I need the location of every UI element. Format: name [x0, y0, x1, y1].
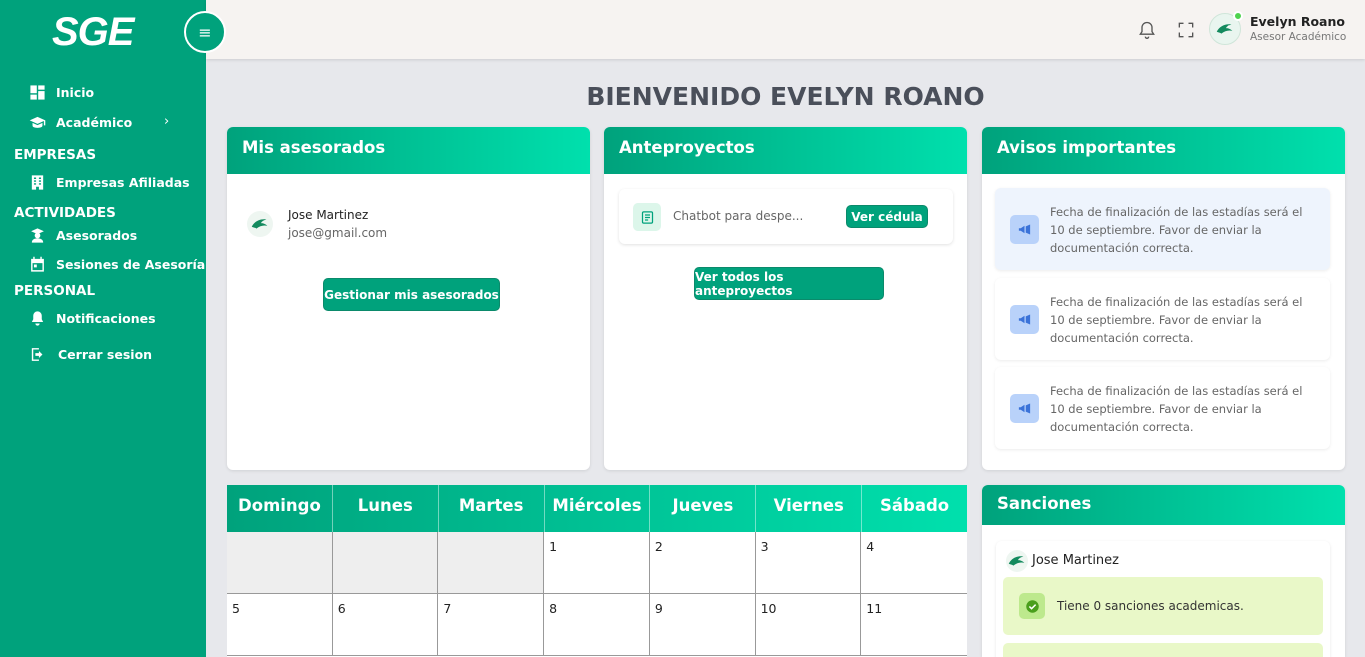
sidebar-item-label: Sesiones de Asesoría: [56, 256, 206, 272]
project-item: Chatbot para despe... Ver cédula: [619, 189, 953, 244]
notice-text: Fecha de finalización de las estadías se…: [1050, 295, 1303, 345]
sidebar-item-academico[interactable]: Académico: [28, 113, 132, 131]
building-icon: [28, 173, 46, 191]
sidebar: SGE Inicio Académico › EMPRESAS Empresas…: [0, 0, 206, 657]
weekday-label: Lunes: [333, 485, 439, 532]
page-title: BIENVENIDO EVELYN ROANO: [586, 82, 985, 111]
fullscreen-icon[interactable]: [1176, 20, 1196, 40]
advisee-name[interactable]: Jose Martinez: [288, 208, 368, 222]
view-cedula-button[interactable]: Ver cédula: [846, 205, 928, 228]
user-name[interactable]: Evelyn Roano: [1250, 14, 1345, 29]
calendar-day[interactable]: 1: [544, 532, 650, 594]
calendar-day[interactable]: 2: [649, 532, 756, 594]
notice-text: Fecha de finalización de las estadías se…: [1050, 205, 1303, 255]
calendar-day-empty: [438, 532, 545, 594]
calendar-day[interactable]: 5: [227, 594, 333, 656]
sidebar-item-label: Inicio: [56, 84, 95, 100]
dolphin-logo-icon: [251, 219, 268, 229]
weekday-label: Domingo: [227, 485, 333, 532]
card-title: Anteproyectos: [604, 127, 967, 174]
chevron-right-icon[interactable]: ›: [164, 114, 169, 129]
calendar-day[interactable]: 8: [544, 594, 650, 656]
calendar-day[interactable]: 10: [755, 594, 862, 656]
weekday-label: Miércoles: [545, 485, 651, 532]
sanction-status-text: Tiene 0 sanciones academicas.: [1057, 599, 1244, 613]
advisee-email: jose@gmail.com: [288, 226, 388, 240]
sidebar-item-empresas-afiliadas[interactable]: Empresas Afiliadas: [28, 173, 190, 191]
logout-label: Cerrar sesion: [58, 346, 153, 362]
logout-icon: [28, 345, 46, 363]
dashboard-icon: [28, 83, 46, 101]
megaphone-icon: [1010, 305, 1039, 334]
view-all-projects-button[interactable]: Ver todos los anteproyectos: [694, 267, 884, 300]
sidebar-item-label: Empresas Afiliadas: [56, 174, 190, 190]
student-icon: [28, 226, 46, 244]
calendar: Domingo Lunes Martes Miércoles Jueves Vi…: [227, 485, 967, 657]
sidebar-item-notificaciones[interactable]: Notificaciones: [28, 309, 156, 327]
notices-card: Avisos importantes Fecha de finalización…: [982, 127, 1345, 470]
card-title: Sanciones: [982, 485, 1345, 525]
dolphin-logo-icon: [1008, 556, 1025, 566]
student-name: Jose Martinez: [1032, 553, 1119, 568]
notice-item[interactable]: Fecha de finalización de las estadías se…: [995, 188, 1330, 270]
sidebar-item-label: Notificaciones: [56, 310, 156, 326]
app-logo[interactable]: SGE: [52, 10, 134, 55]
check-circle-icon: [1019, 593, 1045, 619]
calendar-day[interactable]: 7: [438, 594, 545, 656]
calendar-day-empty: [227, 532, 333, 594]
calendar-day[interactable]: 9: [649, 594, 756, 656]
weekday-label: Martes: [439, 485, 545, 532]
hamburger-icon: ≡: [198, 22, 212, 42]
notification-bell-icon[interactable]: [1137, 20, 1157, 40]
sidebar-item-asesorados[interactable]: Asesorados: [28, 226, 137, 244]
calendar-day[interactable]: 4: [861, 532, 967, 594]
sidebar-item-label: Académico: [56, 114, 133, 130]
card-title: Mis asesorados: [227, 127, 590, 174]
document-icon: [633, 203, 661, 231]
section-title-empresas: EMPRESAS: [14, 147, 97, 163]
calendar-day[interactable]: 11: [861, 594, 967, 656]
calendar-icon: [28, 255, 46, 273]
advisees-card: Mis asesorados Jose Martinez jose@gmail.…: [227, 127, 590, 470]
sidebar-item-inicio[interactable]: Inicio: [28, 83, 94, 101]
sidebar-item-sesiones[interactable]: Sesiones de Asesoría: [28, 255, 205, 273]
user-role: Asesor Académico: [1250, 31, 1347, 43]
projects-card: Anteproyectos Chatbot para despe... Ver …: [604, 127, 967, 470]
manage-advisees-button[interactable]: Gestionar mis asesorados: [323, 278, 500, 311]
student-avatar: [1006, 550, 1028, 572]
sidebar-item-label: Asesorados: [56, 227, 138, 243]
card-title: Avisos importantes: [982, 127, 1345, 174]
menu-toggle-button[interactable]: ≡: [184, 11, 226, 53]
section-title-actividades: ACTIVIDADES: [14, 205, 116, 221]
calendar-grid: 1 2 3 4 5 6 7 8 9 10 11: [227, 532, 967, 656]
logout-button[interactable]: Cerrar sesion: [28, 345, 152, 363]
advisee-avatar: [247, 211, 273, 237]
section-title-personal: PERSONAL: [14, 283, 96, 299]
bell-icon: [28, 309, 46, 327]
calendar-day[interactable]: 6: [332, 594, 439, 656]
calendar-day[interactable]: 3: [755, 532, 862, 594]
calendar-day-empty: [332, 532, 439, 594]
sanction-status-alert: Tiene 0 sanciones academicas.: [1003, 577, 1323, 635]
megaphone-icon: [1010, 394, 1039, 423]
weekday-label: Viernes: [756, 485, 863, 532]
sanction-student-card: Jose Martinez Tiene 0 sanciones academic…: [996, 541, 1330, 657]
calendar-header: Domingo Lunes Martes Miércoles Jueves Vi…: [227, 485, 967, 532]
sanction-status-alert: [1003, 643, 1323, 657]
weekday-label: Sábado: [880, 496, 950, 515]
online-status-dot: [1233, 11, 1243, 21]
graduation-cap-icon: [28, 113, 46, 131]
notice-item[interactable]: Fecha de finalización de las estadías se…: [995, 278, 1330, 360]
notice-text: Fecha de finalización de las estadías se…: [1050, 384, 1303, 434]
weekday-label: Jueves: [650, 485, 757, 532]
notice-item[interactable]: Fecha de finalización de las estadías se…: [995, 367, 1330, 449]
dolphin-logo-icon: [1216, 24, 1233, 34]
sanctions-card: Sanciones Jose Martinez Tiene 0 sancione…: [982, 485, 1345, 657]
project-name: Chatbot para despe...: [673, 209, 804, 223]
megaphone-icon: [1010, 215, 1039, 244]
